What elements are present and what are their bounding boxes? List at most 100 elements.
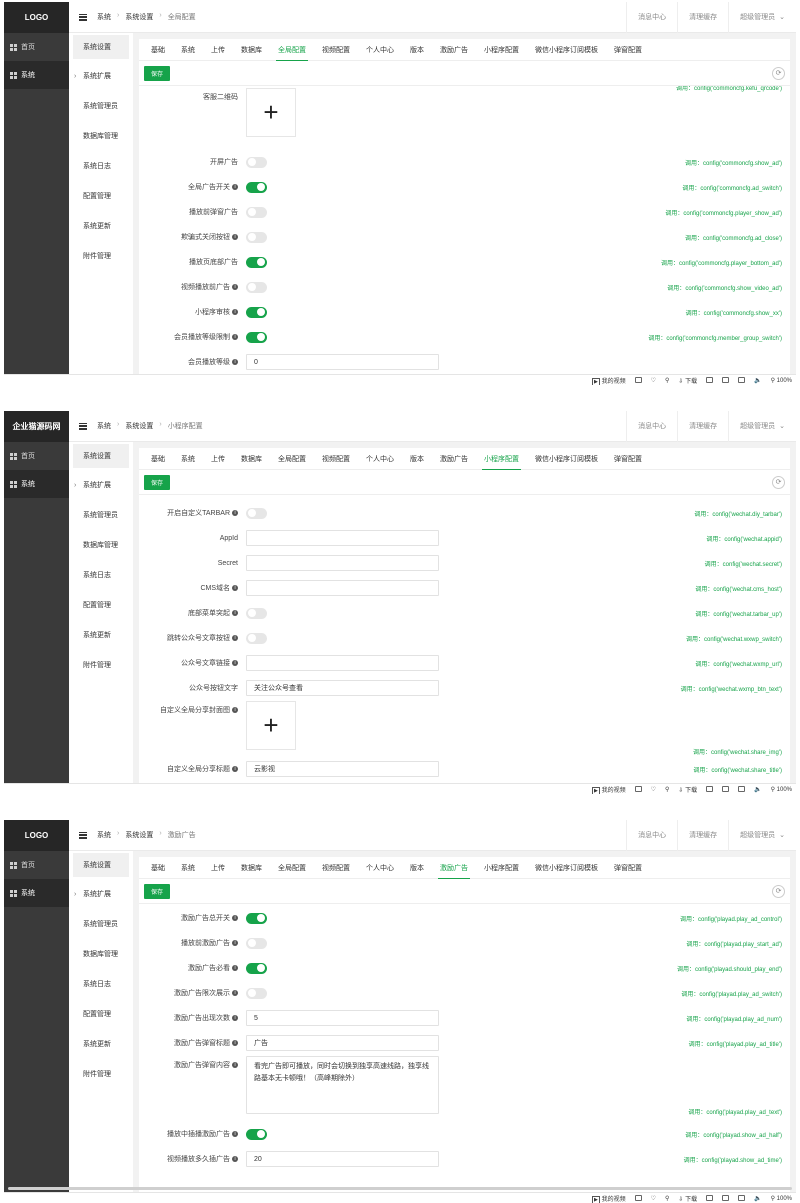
tab-item[interactable]: 弹窗配置 <box>606 857 650 878</box>
sub-menu-item[interactable]: ›系统扩展 <box>69 879 133 909</box>
tab-item[interactable]: 上传 <box>203 39 233 60</box>
tab-item[interactable]: 视频配置 <box>314 857 358 878</box>
save-button[interactable]: 保存 <box>144 884 170 899</box>
toggle-switch[interactable] <box>246 913 267 924</box>
text-input[interactable] <box>246 655 439 671</box>
breadcrumb-item[interactable]: 系统 <box>97 830 111 840</box>
logo[interactable]: LOGO <box>4 2 69 33</box>
volume-icon[interactable]: 🔈 <box>754 377 761 384</box>
tab-item[interactable]: 激励广告 <box>432 448 476 469</box>
tab-item[interactable]: 个人中心 <box>358 39 402 60</box>
breadcrumb-item[interactable]: 系统设置 <box>125 421 153 431</box>
clear-cache-link[interactable]: 清理缓存 <box>677 2 728 33</box>
logo[interactable]: 企业猫源码网 <box>4 411 69 442</box>
volume-icon[interactable]: 🔈 <box>754 786 761 793</box>
toggle-switch[interactable] <box>246 182 267 193</box>
toggle-switch[interactable] <box>246 988 267 999</box>
breadcrumb-item[interactable]: 系统设置 <box>125 830 153 840</box>
info-icon[interactable]: i <box>232 1131 238 1137</box>
breadcrumb-item[interactable]: 系统 <box>97 12 111 22</box>
toggle-switch[interactable] <box>246 232 267 243</box>
info-icon[interactable]: i <box>232 1040 238 1046</box>
info-icon[interactable]: i <box>232 585 238 591</box>
clipboard-icon[interactable] <box>722 786 729 792</box>
heart-icon[interactable]: ♡ <box>651 377 656 384</box>
sub-menu-item[interactable]: 系统设置 <box>73 853 129 877</box>
pin-icon[interactable]: ⚲ <box>665 786 669 793</box>
sub-menu-item[interactable]: 系统更新 <box>69 211 133 241</box>
heart-icon[interactable]: ♡ <box>651 786 656 793</box>
info-icon[interactable]: i <box>232 510 238 516</box>
horizontal-scrollbar[interactable] <box>8 1187 792 1190</box>
info-icon[interactable]: i <box>232 610 238 616</box>
sidebar-item-system[interactable]: 系统 <box>4 470 69 498</box>
text-input[interactable]: 5 <box>246 1010 439 1026</box>
menu-toggle-icon[interactable] <box>79 423 87 430</box>
my-video-button[interactable]: ▶ 我的视频 <box>592 1194 626 1203</box>
info-icon[interactable]: i <box>232 1015 238 1021</box>
breadcrumb-item[interactable]: 系统设置 <box>125 12 153 22</box>
tab-item[interactable]: 视频配置 <box>314 448 358 469</box>
tab-item[interactable]: 激励广告 <box>432 857 476 878</box>
tab-item[interactable]: 微信小程序订阅模板 <box>527 857 606 878</box>
sub-menu-item[interactable]: 数据库管理 <box>69 121 133 151</box>
sidebar-item-home[interactable]: 首页 <box>4 851 69 879</box>
pin-icon[interactable]: ⚲ <box>665 377 669 384</box>
my-video-button[interactable]: ▶ 我的视频 <box>592 785 626 794</box>
sub-menu-item[interactable]: ›系统扩展 <box>69 470 133 500</box>
text-input[interactable] <box>246 530 439 546</box>
tab-item[interactable]: 小程序配置 <box>476 448 527 469</box>
tab-item[interactable]: 视频配置 <box>314 39 358 60</box>
tab-item[interactable]: 版本 <box>402 857 432 878</box>
refresh-icon[interactable]: ⟳ <box>772 67 785 80</box>
toggle-switch[interactable] <box>246 282 267 293</box>
info-icon[interactable]: i <box>232 990 238 996</box>
tab-item[interactable]: 个人中心 <box>358 448 402 469</box>
tab-item[interactable]: 微信小程序订阅模板 <box>527 39 606 60</box>
toggle-switch[interactable] <box>246 1129 267 1140</box>
sub-menu-item[interactable]: 系统管理员 <box>69 909 133 939</box>
screenshot-icon[interactable] <box>635 377 642 383</box>
clear-cache-link[interactable]: 清理缓存 <box>677 820 728 851</box>
tab-item[interactable]: 版本 <box>402 448 432 469</box>
toggle-switch[interactable] <box>246 332 267 343</box>
toggle-switch[interactable] <box>246 157 267 168</box>
user-menu[interactable]: 超级管理员⌄ <box>728 411 796 442</box>
clear-cache-link[interactable]: 清理缓存 <box>677 411 728 442</box>
tab-item[interactable]: 小程序配置 <box>476 39 527 60</box>
tab-item[interactable]: 弹窗配置 <box>606 39 650 60</box>
sub-menu-item[interactable]: 数据库管理 <box>69 530 133 560</box>
my-video-button[interactable]: ▶ 我的视频 <box>592 376 626 385</box>
zoom-control[interactable]: ⚲ 100% <box>771 786 792 793</box>
info-icon[interactable]: i <box>232 359 238 365</box>
sidebar-item-home[interactable]: 首页 <box>4 33 69 61</box>
message-center-link[interactable]: 消息中心 <box>626 2 677 33</box>
tab-item[interactable]: 微信小程序订阅模板 <box>527 448 606 469</box>
sub-menu-item[interactable]: 系统设置 <box>73 444 129 468</box>
info-icon[interactable]: i <box>232 284 238 290</box>
text-input[interactable] <box>246 555 439 571</box>
tab-item[interactable]: 激励广告 <box>432 39 476 60</box>
info-icon[interactable]: i <box>232 660 238 666</box>
logo[interactable]: LOGO <box>4 820 69 851</box>
download-button[interactable]: ⇩ 下载 <box>678 785 697 794</box>
save-button[interactable]: 保存 <box>144 475 170 490</box>
tab-item[interactable]: 版本 <box>402 39 432 60</box>
image-upload[interactable]: + <box>246 88 296 137</box>
sidebar-item-home[interactable]: 首页 <box>4 442 69 470</box>
refresh-icon[interactable]: ⟳ <box>772 885 785 898</box>
tab-item[interactable]: 弹窗配置 <box>606 448 650 469</box>
toggle-switch[interactable] <box>246 307 267 318</box>
info-icon[interactable]: i <box>232 965 238 971</box>
window-icon[interactable] <box>738 786 745 792</box>
info-icon[interactable]: i <box>232 940 238 946</box>
tab-item[interactable]: 系统 <box>173 448 203 469</box>
sub-menu-item[interactable]: 系统更新 <box>69 620 133 650</box>
toggle-switch[interactable] <box>246 938 267 949</box>
sub-menu-item[interactable]: 系统管理员 <box>69 91 133 121</box>
tab-item[interactable]: 系统 <box>173 857 203 878</box>
sub-menu-item[interactable]: 系统管理员 <box>69 500 133 530</box>
text-input[interactable]: 广告 <box>246 1035 439 1051</box>
refresh-icon[interactable]: ⟳ <box>772 476 785 489</box>
textarea-input[interactable]: 看完广告即可播放，同时会切换到独享高速线路，独享线路基本无卡顿哦！（高峰期除外） <box>246 1056 439 1114</box>
